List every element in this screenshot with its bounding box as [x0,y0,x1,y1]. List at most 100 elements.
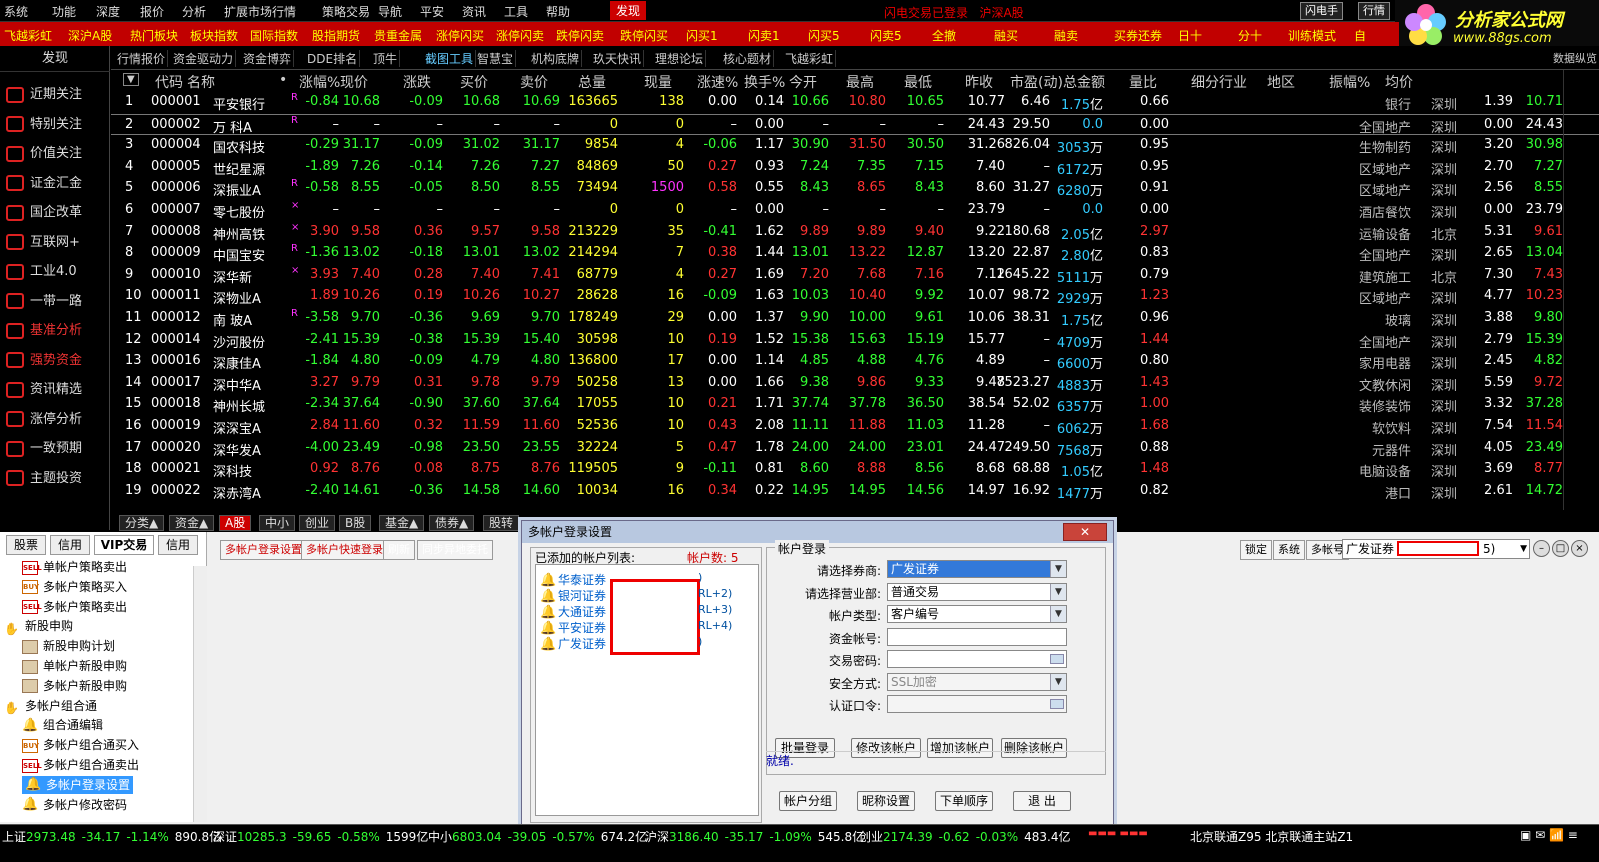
table-row[interactable]: 7 000008 神州高铁 × 3.90 9.58 0.36 9.57 9.58 213229 35… [111,222,1599,244]
toolbar-item-19[interactable]: 日十 [1178,27,1202,44]
field-input-3[interactable] [887,627,1067,646]
sidebar-item-0[interactable]: 近期关注 [6,84,82,106]
tab-5[interactable]: 截图工具 [423,50,477,67]
toolbar-item-7[interactable]: 涨停闪买 [436,27,484,44]
table-row[interactable]: 19 000022 深赤湾A -2.40 14.61 -0.36 14.58 14.60 100… [111,481,1599,503]
dialog-bottom-button-2[interactable]: 下单顺序 [935,791,993,811]
trade-tab-1[interactable]: 信用 [50,535,90,555]
tree-item-8[interactable]: 🔔 组合通编辑 [22,716,103,734]
field-input-4[interactable] [887,650,1067,668]
account-item-2[interactable]: 🔔 大通证券 RL+3) [540,603,732,619]
sidebar-item-6[interactable]: 工业4.0 [6,261,77,283]
window-max-button[interactable]: □ [1552,540,1569,557]
sidebar-item-4[interactable]: 国企改革 [6,202,82,224]
panel-button-2[interactable]: 刷新 [383,540,415,560]
table-row[interactable]: 12 000014 沙河股份 -2.41 15.39 -0.38 15.39 15.40 305… [111,330,1599,352]
top-button-0[interactable]: 闪电手 [1300,2,1343,20]
index-2[interactable]: 中小6803.04 -39.05 -0.57% 674.2亿 [428,828,647,845]
account-item-1[interactable]: 🔔 银河证券 RL+2) [540,587,732,603]
toolbar-item-4[interactable]: 国际指数 [250,27,298,44]
table-row[interactable]: 17 000020 深华发A -4.00 23.49 -0.98 23.50 23.55 322… [111,438,1599,460]
toolbar-item-8[interactable]: 涨停闪卖 [496,27,544,44]
tab-8[interactable]: 玖天快讯 [591,50,645,67]
col-header-1[interactable]: 名称 [187,72,215,92]
panel-button-0[interactable]: 多帐户登录设置 [220,540,307,560]
col-header-19[interactable]: 细分行业 [1191,72,1247,92]
col-header-5[interactable]: 涨跌 [403,72,431,92]
menu-item-2[interactable]: 深度 [96,3,120,20]
panel-button-3[interactable]: 同步异地委托 [417,540,493,560]
table-row[interactable]: 5 000006 深振业A R -0.58 8.55 -0.05 8.50 8.55 73494 1… [111,178,1599,200]
table-row[interactable]: 3 000004 国农科技 -0.29 31.17 -0.09 31.02 31.17 9854… [111,135,1599,157]
sidebar-item-3[interactable]: 证金汇金 [6,173,82,195]
toolbar-item-5[interactable]: 股指期货 [312,27,360,44]
field-input-0[interactable]: 广发证券 ▼ [887,560,1067,578]
dialog-close-button[interactable]: ✕ [1063,523,1107,541]
col-header-10[interactable]: 涨速% [697,72,738,92]
field-input-1[interactable]: 普通交易 ▼ [887,582,1067,601]
tree-item-9[interactable]: BUY 多帐户组合通买入 [22,736,139,754]
market-tab-0[interactable]: 分类▲ [119,515,165,531]
table-row[interactable]: 10 000011 深物业A 1.89 10.26 0.19 10.26 10.27 28628… [111,286,1599,308]
menu-item-6[interactable]: 策略交易 [322,3,370,20]
tree-scrollbar[interactable] [193,566,207,822]
toolbar-item-11[interactable]: 闪买1 [686,27,718,44]
toolbar-item-6[interactable]: 贵重金属 [374,27,422,44]
toolbar-item-17[interactable]: 融卖 [1054,27,1078,44]
chevron-down-icon[interactable]: ▼ [1520,540,1527,558]
col-header-18[interactable]: 量比 [1129,72,1157,92]
menu-item-3[interactable]: 报价 [140,3,164,20]
keyboard-icon[interactable] [1050,699,1064,709]
tree-item-3[interactable]: ✋ 新股申购 [4,617,73,636]
sidebar-item-11[interactable]: 涨停分析 [6,409,82,431]
sort-toggle-icon[interactable]: ▼ [123,73,139,86]
col-header-15[interactable]: 昨收 [965,72,993,92]
window-close-button[interactable]: × [1571,540,1588,557]
menu-item-9[interactable]: 资讯 [462,3,486,20]
sidebar-item-13[interactable]: 主题投资 [6,468,82,490]
col-header-17[interactable]: 总金额 [1063,72,1105,92]
sidebar-item-5[interactable]: 互联网+ [6,232,80,254]
top-button-1[interactable]: 行情 [1358,2,1390,20]
tree-item-10[interactable]: SELL多帐户组合通卖出 [22,756,139,774]
toolbar-item-18[interactable]: 买券还券 [1114,27,1162,44]
market-tab-4[interactable]: 创业 [299,515,336,531]
toolbar-item-12[interactable]: 闪卖1 [748,27,780,44]
tab-10[interactable]: 核心题材 [721,50,775,67]
tree-item-12[interactable]: 🔔 多帐户修改密码 [22,796,127,814]
keyboard-icon[interactable] [1050,654,1064,664]
dialog-bottom-button-1[interactable]: 昵称设置 [857,791,915,811]
col-header-14[interactable]: 最低 [904,72,932,92]
trade-tab-3[interactable]: 信用 [158,535,198,555]
menu-item-10[interactable]: 工具 [504,3,528,20]
col-header-22[interactable]: 均价 [1385,72,1413,92]
tab-9[interactable]: 理想论坛 [653,50,707,67]
col-header-8[interactable]: 总量 [578,72,606,92]
col-header-7[interactable]: 卖价 [520,72,548,92]
sidebar-item-1[interactable]: 特别关注 [6,114,82,136]
chevron-down-icon[interactable]: ▼ [1050,606,1066,622]
toolbar-item-3[interactable]: 板块指数 [190,27,238,44]
market-tab-8[interactable]: 股转 [483,515,520,531]
sidebar-item-12[interactable]: 一致预期 [6,438,82,460]
tree-item-4[interactable]: 新股申购计划 [22,637,115,655]
market-tab-5[interactable]: B股 [339,515,372,531]
tab-2[interactable]: 资金博弈 [241,50,295,67]
toolbar-item-13[interactable]: 闪买5 [808,27,840,44]
tab-7[interactable]: 机构底牌 [529,50,583,67]
table-row[interactable]: 16 000019 深深宝A 2.84 11.60 0.32 11.59 11.60 52536… [111,416,1599,438]
toolbar-item-9[interactable]: 跌停闪卖 [556,27,604,44]
menu-item-0[interactable]: 系统 [4,3,28,20]
table-row[interactable]: 4 000005 世纪星源 -1.89 7.26 -0.14 7.26 7.27 84869 50… [111,157,1599,179]
tree-item-5[interactable]: 单帐户新股申购 [22,657,127,675]
menu-item-1[interactable]: 功能 [52,3,76,20]
table-row[interactable]: 1 000001 平安银行 R -0.84 10.68 -0.09 10.68 10.69 163… [111,92,1599,114]
col-header-4[interactable]: 现价 [340,72,368,92]
tab-12[interactable]: 数据纵览 [1551,50,1599,66]
market-tab-1[interactable]: 资金▲ [169,515,215,531]
col-header-9[interactable]: 现量 [644,72,672,92]
tree-item-1[interactable]: BUY 多帐户策略买入 [22,578,127,596]
trade-tab-2[interactable]: VIP交易 [94,535,154,555]
trade-tab-0[interactable]: 股票 [6,535,46,555]
tab-3[interactable]: DDE排名 [305,50,361,67]
